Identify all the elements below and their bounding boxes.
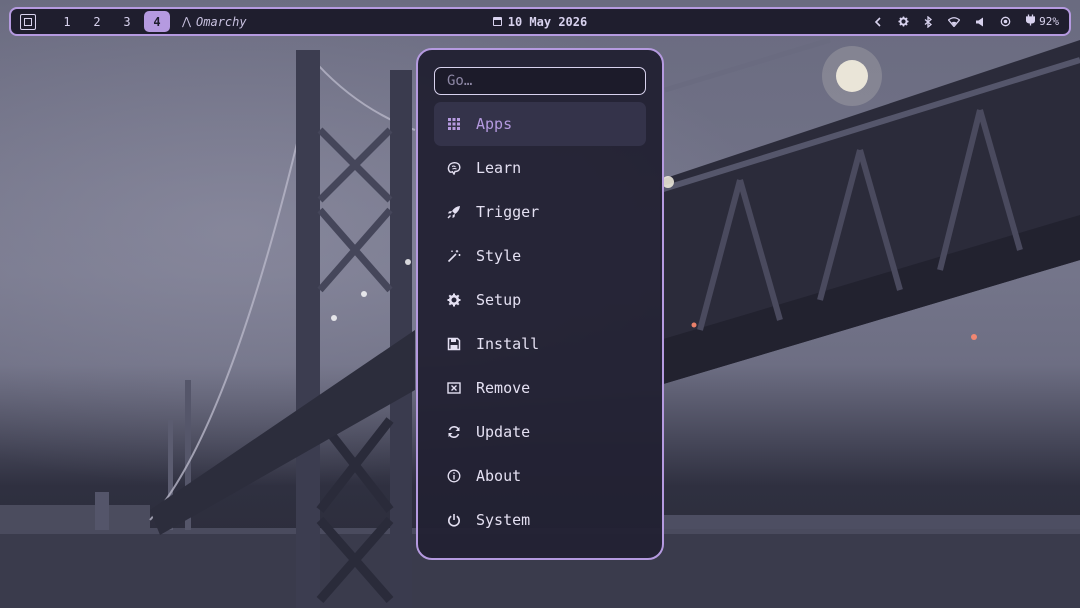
menu-item-setup[interactable]: Setup (434, 278, 646, 322)
menu-item-remove[interactable]: Remove (434, 366, 646, 410)
menu-item-label: Style (476, 247, 522, 265)
search-input[interactable] (434, 67, 646, 95)
menu-item-about[interactable]: About (434, 454, 646, 498)
workspace-1[interactable]: 1 (54, 11, 80, 32)
bar-left-section: 1 2 3 4 ⋀ Omarchy (11, 9, 247, 34)
gear-icon (446, 292, 462, 308)
date-text: 10 May 2026 (507, 14, 588, 29)
menu-item-learn[interactable]: Learn (434, 146, 646, 190)
menu-item-label: Install (476, 335, 540, 353)
menu-item-apps[interactable]: Apps (434, 102, 646, 146)
remove-box-icon (446, 380, 462, 396)
bluetooth-icon[interactable] (924, 15, 933, 28)
volume-icon[interactable] (975, 17, 985, 27)
refresh-icon (446, 424, 462, 440)
brain-icon (446, 160, 462, 176)
workspace-3[interactable]: 3 (114, 11, 140, 32)
active-window-label: Omarchy (196, 14, 247, 29)
menu-item-label: System (476, 511, 531, 529)
workspace-2[interactable]: 2 (84, 11, 110, 32)
top-status-bar: 1 2 3 4 ⋀ Omarchy 10 May 2026 92% (9, 7, 1071, 36)
menu-item-label: Apps (476, 115, 513, 133)
battery-percentage: 92% (1039, 15, 1059, 28)
menu-item-label: Learn (476, 159, 522, 177)
rocket-icon (446, 204, 462, 220)
menu-item-label: Setup (476, 291, 522, 309)
power-plug-icon (1025, 14, 1036, 29)
magic-wand-icon (446, 248, 462, 264)
battery-widget[interactable]: 92% (1025, 14, 1059, 29)
chevron-left-icon[interactable] (873, 16, 883, 27)
menu-item-label: About (476, 467, 522, 485)
calendar-icon (492, 17, 502, 26)
workspace-4[interactable]: 4 (144, 11, 170, 32)
menu-item-label: Update (476, 423, 531, 441)
power-icon (446, 512, 462, 528)
menu-item-update[interactable]: Update (434, 410, 646, 454)
window-switcher-icon[interactable] (20, 13, 36, 30)
menu-item-style[interactable]: Style (434, 234, 646, 278)
arch-logo-icon: ⋀ (182, 15, 192, 28)
bar-right-section: 92% (873, 9, 1069, 34)
clock-widget[interactable]: 10 May 2026 (492, 14, 588, 29)
menu-item-list: Apps Learn Trigger Style Setup Install R… (434, 102, 646, 542)
cpu-icon[interactable] (1000, 16, 1011, 27)
menu-item-label: Remove (476, 379, 531, 397)
wifi-icon[interactable] (948, 16, 961, 27)
active-window-title: ⋀ Omarchy (182, 15, 247, 29)
menu-item-label: Trigger (476, 203, 540, 221)
floppy-icon (446, 336, 462, 352)
grid-icon (446, 116, 462, 132)
gear-icon[interactable] (898, 16, 909, 27)
menu-item-system[interactable]: System (434, 498, 646, 542)
launcher-menu: Apps Learn Trigger Style Setup (416, 48, 664, 560)
info-icon (446, 468, 462, 484)
menu-item-install[interactable]: Install (434, 322, 646, 366)
menu-item-trigger[interactable]: Trigger (434, 190, 646, 234)
